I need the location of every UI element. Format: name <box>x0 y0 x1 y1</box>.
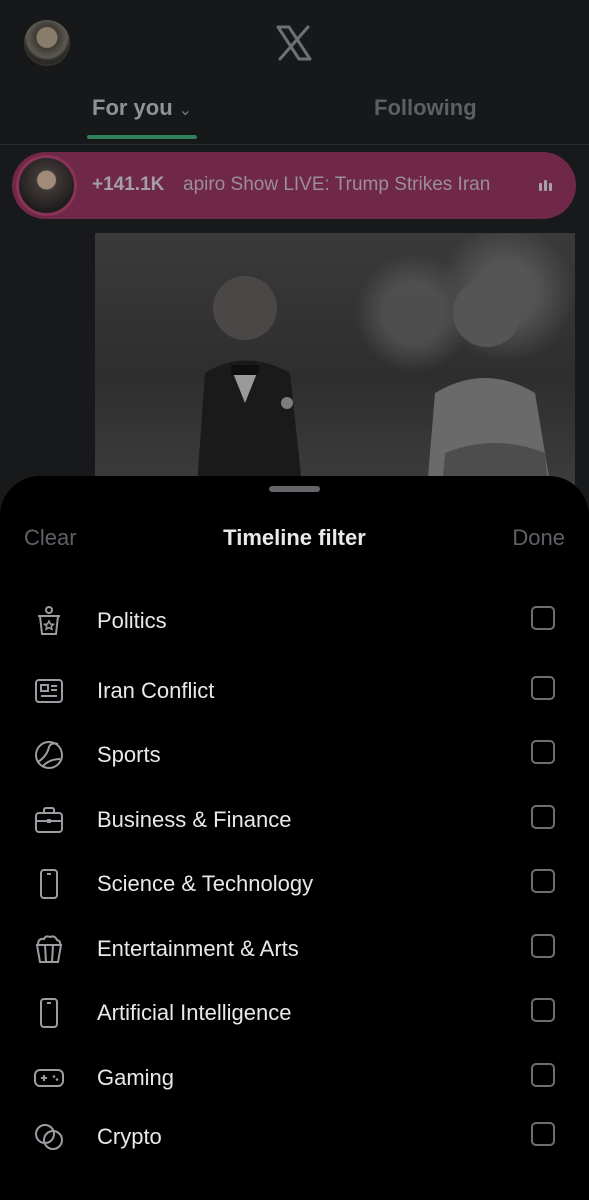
filter-checkbox[interactable] <box>531 805 555 829</box>
live-space-banner[interactable]: +141.1K apiro Show LIVE: Trump Strikes I… <box>12 152 576 219</box>
filter-checkbox[interactable] <box>531 606 555 630</box>
done-button[interactable]: Done <box>512 525 565 551</box>
filter-label: Artificial Intelligence <box>97 1000 292 1025</box>
tab-following[interactable]: Following <box>374 95 477 121</box>
sports-ball-icon <box>35 741 63 769</box>
coins-icon <box>35 1124 63 1150</box>
news-icon <box>35 679 63 703</box>
media-figure-bride <box>426 279 552 493</box>
tab-selected-indicator <box>87 135 197 139</box>
filter-checkbox[interactable] <box>531 869 555 893</box>
app-screen: For you ⌄ Following +141.1K apiro Show LI… <box>0 0 589 1200</box>
live-title: apiro Show LIVE: Trump Strikes Iran <box>183 174 491 195</box>
timeline-rail <box>0 233 95 493</box>
filter-label: Crypto <box>97 1124 162 1149</box>
chevron-down-icon: ⌄ <box>178 102 193 119</box>
clear-button[interactable]: Clear <box>24 525 77 551</box>
popcorn-icon <box>35 935 63 963</box>
filter-checkbox[interactable] <box>531 934 555 958</box>
filter-label: Sports <box>97 742 161 767</box>
filter-item-iran-conflict[interactable]: Iran Conflict <box>0 662 589 718</box>
filter-checkbox[interactable] <box>531 740 555 764</box>
filter-item-science-technology[interactable]: Science & Technology <box>0 855 589 911</box>
filter-item-crypto[interactable]: Crypto <box>0 1108 589 1164</box>
filter-item-politics[interactable]: Politics <box>0 592 589 648</box>
gamepad-icon <box>34 1069 64 1087</box>
filter-item-gaming[interactable]: Gaming <box>0 1049 589 1105</box>
phone-icon <box>40 869 58 899</box>
sheet-title: Timeline filter <box>223 525 366 550</box>
media-figure-groom <box>196 276 303 493</box>
live-host-avatar <box>16 155 77 216</box>
phone-icon <box>40 998 58 1028</box>
tab-following-label: Following <box>374 95 477 120</box>
sheet-drag-handle[interactable] <box>269 486 320 492</box>
timeline-filter-sheet: Timeline filter Clear Done Politics Iran… <box>0 476 589 1200</box>
filter-label: Iran Conflict <box>97 678 215 703</box>
filter-label: Politics <box>97 608 167 633</box>
filter-item-business-finance[interactable]: Business & Finance <box>0 791 589 847</box>
filter-item-entertainment-arts[interactable]: Entertainment & Arts <box>0 920 589 976</box>
filter-label: Science & Technology <box>97 871 314 896</box>
filter-checkbox[interactable] <box>531 676 555 700</box>
profile-avatar[interactable] <box>24 20 70 66</box>
briefcase-icon <box>35 807 63 833</box>
app-header: For you ⌄ Following <box>0 0 589 145</box>
tab-for-you[interactable]: For you ⌄ <box>92 95 192 121</box>
live-listener-count: +141.1K <box>92 174 165 195</box>
filter-item-artificial-intelligence[interactable]: Artificial Intelligence <box>0 984 589 1040</box>
filter-label: Entertainment & Arts <box>97 936 299 961</box>
header-divider <box>0 144 589 145</box>
x-logo-icon <box>276 25 312 61</box>
filter-label: Business & Finance <box>97 807 292 832</box>
tab-for-you-label: For you <box>92 95 173 120</box>
filter-checkbox[interactable] <box>531 998 555 1022</box>
filter-checkbox[interactable] <box>531 1063 555 1087</box>
post-media-image[interactable] <box>95 233 575 493</box>
live-audio-bars-icon <box>539 179 555 191</box>
filter-item-sports[interactable]: Sports <box>0 726 589 782</box>
politics-podium-icon <box>38 606 60 635</box>
filter-checkbox[interactable] <box>531 1122 555 1146</box>
filter-label: Gaming <box>97 1065 175 1090</box>
